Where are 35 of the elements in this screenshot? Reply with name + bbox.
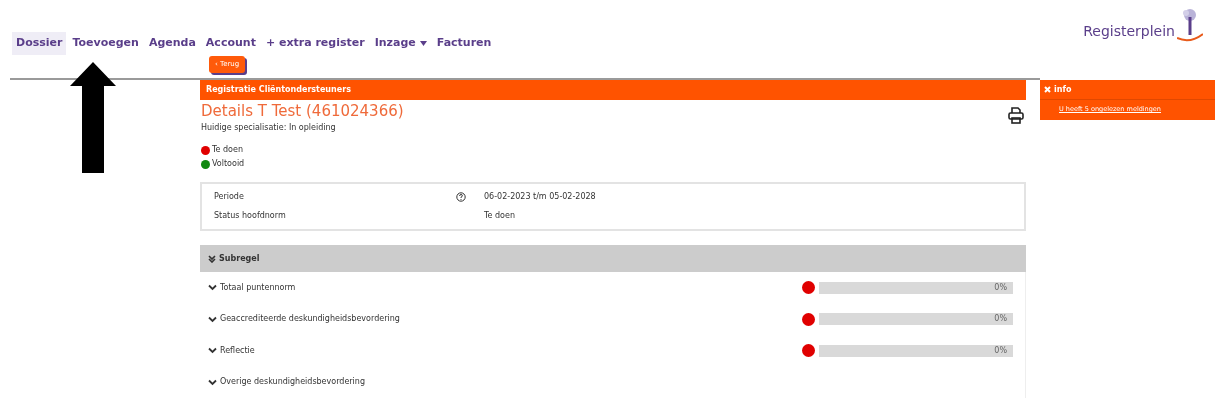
nav-link[interactable]: Inzage [370, 32, 431, 55]
field-label: Periode [214, 191, 245, 203]
double-chevron-icon [208, 254, 216, 263]
registerplein-logo[interactable]: Registerplein [1083, 0, 1215, 42]
field-label: Status hoofdnorm [214, 210, 287, 222]
logo-text: Registerplein [1083, 22, 1175, 41]
subregel-header[interactable]: Subregel [200, 245, 1026, 272]
tree-icon [1177, 8, 1203, 42]
subrule-label: Reflectie [220, 344, 255, 357]
chevron-down-icon [208, 347, 217, 355]
printer-icon[interactable] [1008, 107, 1024, 124]
legend-label: Te doen [212, 144, 243, 156]
details-title: Details T Test (461024366) [201, 101, 404, 122]
nav-link[interactable]: + extra register [261, 32, 369, 55]
progress-reading: 0% [994, 344, 1007, 357]
chevron-down-icon [208, 315, 217, 323]
field-value: 06-02-2023 t/m 05-02-2028 [484, 191, 596, 203]
nav-link[interactable]: Agenda [144, 32, 200, 55]
nav-link[interactable]: Facturen [432, 32, 496, 55]
progress-reading: 0% [994, 313, 1007, 326]
nav-link[interactable]: Toevoegen [68, 32, 143, 55]
field-value: Te doen [484, 210, 515, 222]
nav-link[interactable]: Dossier [12, 32, 67, 55]
legend-label: Voltooid [212, 158, 245, 170]
subregel-title: Subregel [219, 252, 260, 265]
chevron-down-icon [208, 378, 217, 386]
progress-reading: 0% [994, 281, 1007, 294]
subrule-toggle[interactable]: Reflectie [208, 344, 255, 357]
nav-link[interactable]: Account [201, 32, 260, 55]
info-title: info [1054, 83, 1072, 96]
specialisation-text: Huidige specialisatie: In opleiding [201, 122, 337, 134]
help-icon[interactable] [456, 192, 466, 202]
close-icon [1044, 86, 1051, 93]
chevron-down-icon [208, 284, 217, 292]
section-header: Registratie Cliëntondersteuners [200, 80, 1026, 100]
